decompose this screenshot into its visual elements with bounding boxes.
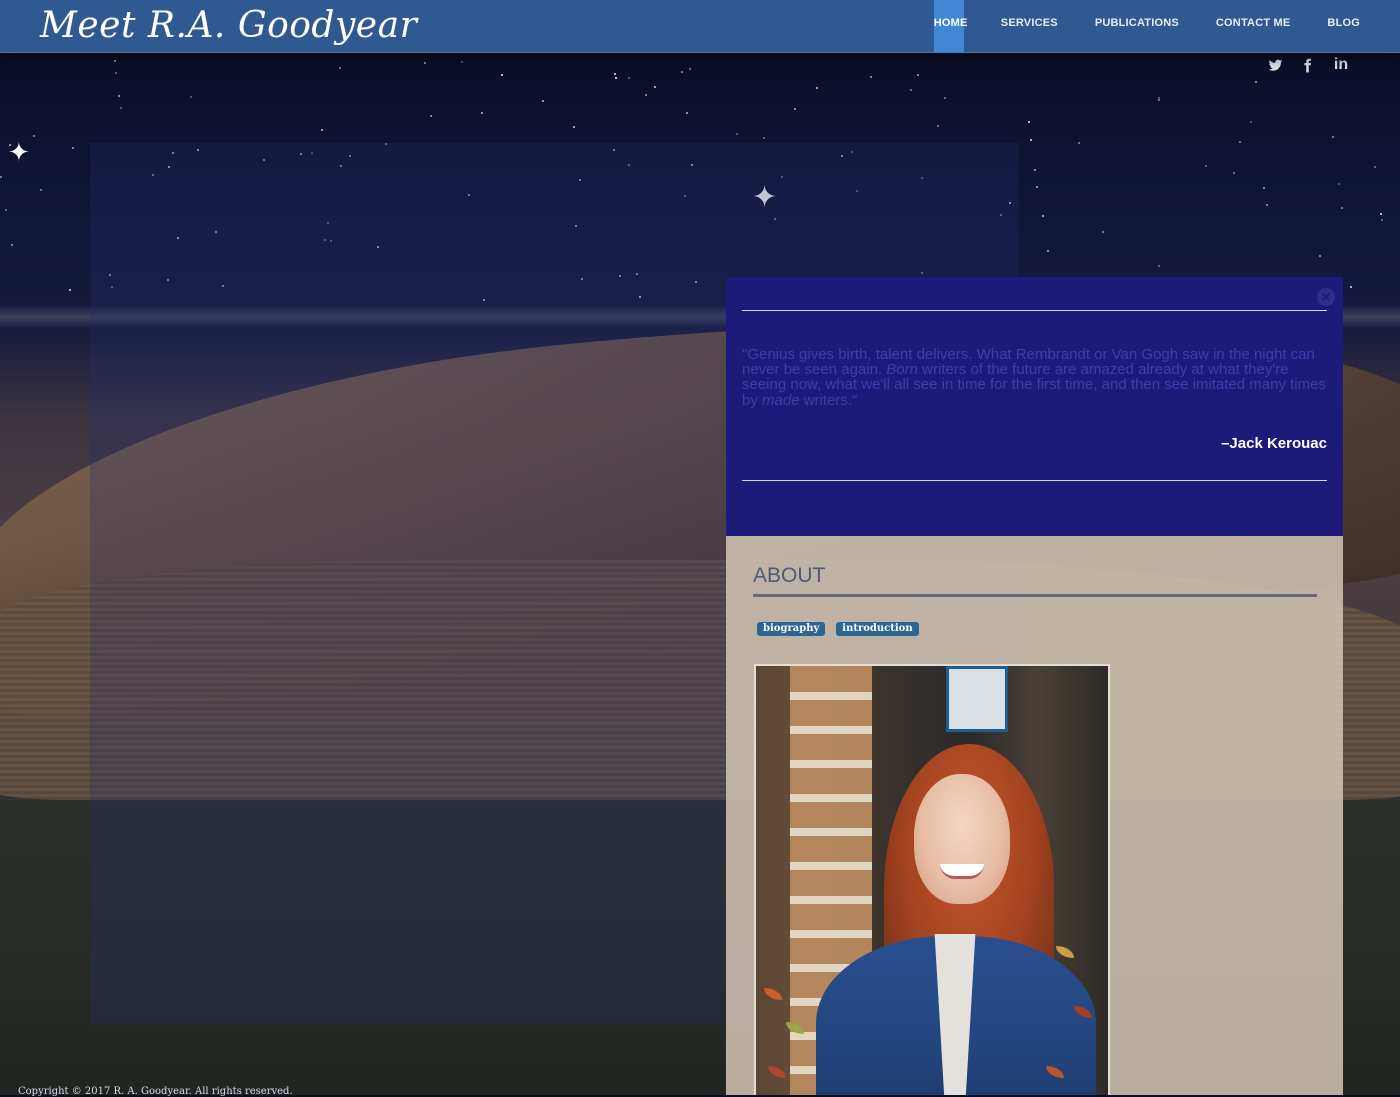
nav-contact-me[interactable]: CONTACT ME (1216, 0, 1291, 52)
author-portrait-photo (754, 664, 1110, 1095)
star (681, 71, 683, 73)
nav-home[interactable]: HOME (933, 0, 967, 52)
quote-emphasis: made (762, 391, 800, 409)
about-title: ABOUT (753, 564, 826, 587)
star (689, 68, 691, 70)
star (339, 67, 341, 69)
about-section: ABOUT biography introduction (726, 536, 1343, 1095)
star (763, 137, 765, 139)
photo-face (914, 774, 1010, 904)
tag-list: biography introduction (757, 622, 919, 636)
star (615, 77, 617, 79)
star (1036, 186, 1038, 188)
star (1374, 166, 1376, 168)
quote-text-part: writers." (799, 391, 858, 409)
nav-services[interactable]: SERVICES (1001, 0, 1058, 52)
quote-text: "Genius gives birth, talent delivers. Wh… (742, 347, 1332, 408)
star (1078, 142, 1080, 144)
star (1102, 231, 1104, 233)
star (190, 96, 192, 98)
star (816, 87, 818, 89)
star (944, 97, 946, 99)
star (0, 176, 2, 178)
star (917, 74, 919, 76)
star (1350, 286, 1352, 288)
star (1158, 99, 1160, 101)
star (736, 133, 738, 135)
tag-introduction[interactable]: introduction (836, 622, 919, 636)
quote-divider-top (742, 310, 1327, 311)
star (628, 77, 630, 79)
star (430, 115, 432, 117)
star (1239, 141, 1241, 143)
star (1319, 255, 1321, 257)
star (686, 112, 688, 114)
star (1233, 172, 1235, 174)
photo-sign (946, 666, 1008, 732)
star (120, 107, 122, 109)
star (937, 125, 939, 127)
top-navbar: Meet R.A. Goodyear HOME SERVICES PUBLICA… (0, 0, 1400, 53)
star (1381, 219, 1383, 221)
star (118, 95, 120, 97)
nav-blog[interactable]: BLOG (1327, 0, 1360, 52)
star (654, 86, 656, 88)
star (794, 108, 796, 110)
sparkle-star: ✦ (8, 138, 30, 168)
star (1158, 265, 1160, 267)
tag-biography[interactable]: biography (757, 622, 826, 636)
star (33, 135, 35, 137)
main-nav: HOME SERVICES PUBLICATIONS CONTACT ME BL… (933, 0, 1360, 52)
star (1255, 81, 1257, 83)
star (1205, 165, 1207, 167)
star (910, 89, 912, 91)
star (1266, 204, 1268, 206)
quote-author: –Jack Kerouac (1221, 435, 1327, 452)
star (321, 129, 323, 131)
social-links: in (1268, 56, 1350, 74)
quote-divider-bottom (742, 480, 1327, 481)
close-icon[interactable] (1317, 288, 1335, 306)
nav-publications[interactable]: PUBLICATIONS (1095, 0, 1179, 52)
star (1042, 215, 1044, 217)
quote-box: "Genius gives birth, talent delivers. Wh… (726, 277, 1343, 536)
site-logo[interactable]: Meet R.A. Goodyear (40, 0, 417, 52)
about-divider (753, 594, 1317, 597)
star (542, 100, 544, 102)
star (40, 189, 42, 191)
star (72, 147, 74, 149)
star (115, 72, 117, 74)
star (1034, 169, 1036, 171)
star (114, 60, 116, 62)
star (1338, 183, 1340, 185)
facebook-icon[interactable] (1300, 56, 1314, 74)
star (69, 289, 71, 291)
star (1263, 187, 1265, 189)
star (11, 244, 13, 246)
star (645, 94, 647, 96)
star (461, 61, 463, 63)
twitter-icon[interactable] (1268, 56, 1283, 74)
star (481, 112, 483, 114)
star (1380, 213, 1382, 215)
star (501, 74, 503, 76)
star (424, 62, 426, 64)
star (1250, 121, 1252, 123)
star (1030, 139, 1032, 141)
star (614, 73, 616, 75)
star (5, 209, 7, 211)
footer-copyright: Copyright © 2017 R. A. Goodyear. All rig… (18, 1086, 293, 1097)
star (1028, 121, 1030, 123)
star (870, 76, 872, 78)
star (1047, 250, 1049, 252)
star (1332, 136, 1334, 138)
star (573, 126, 575, 128)
linkedin-icon[interactable]: in (1332, 56, 1350, 74)
star (1341, 207, 1343, 209)
